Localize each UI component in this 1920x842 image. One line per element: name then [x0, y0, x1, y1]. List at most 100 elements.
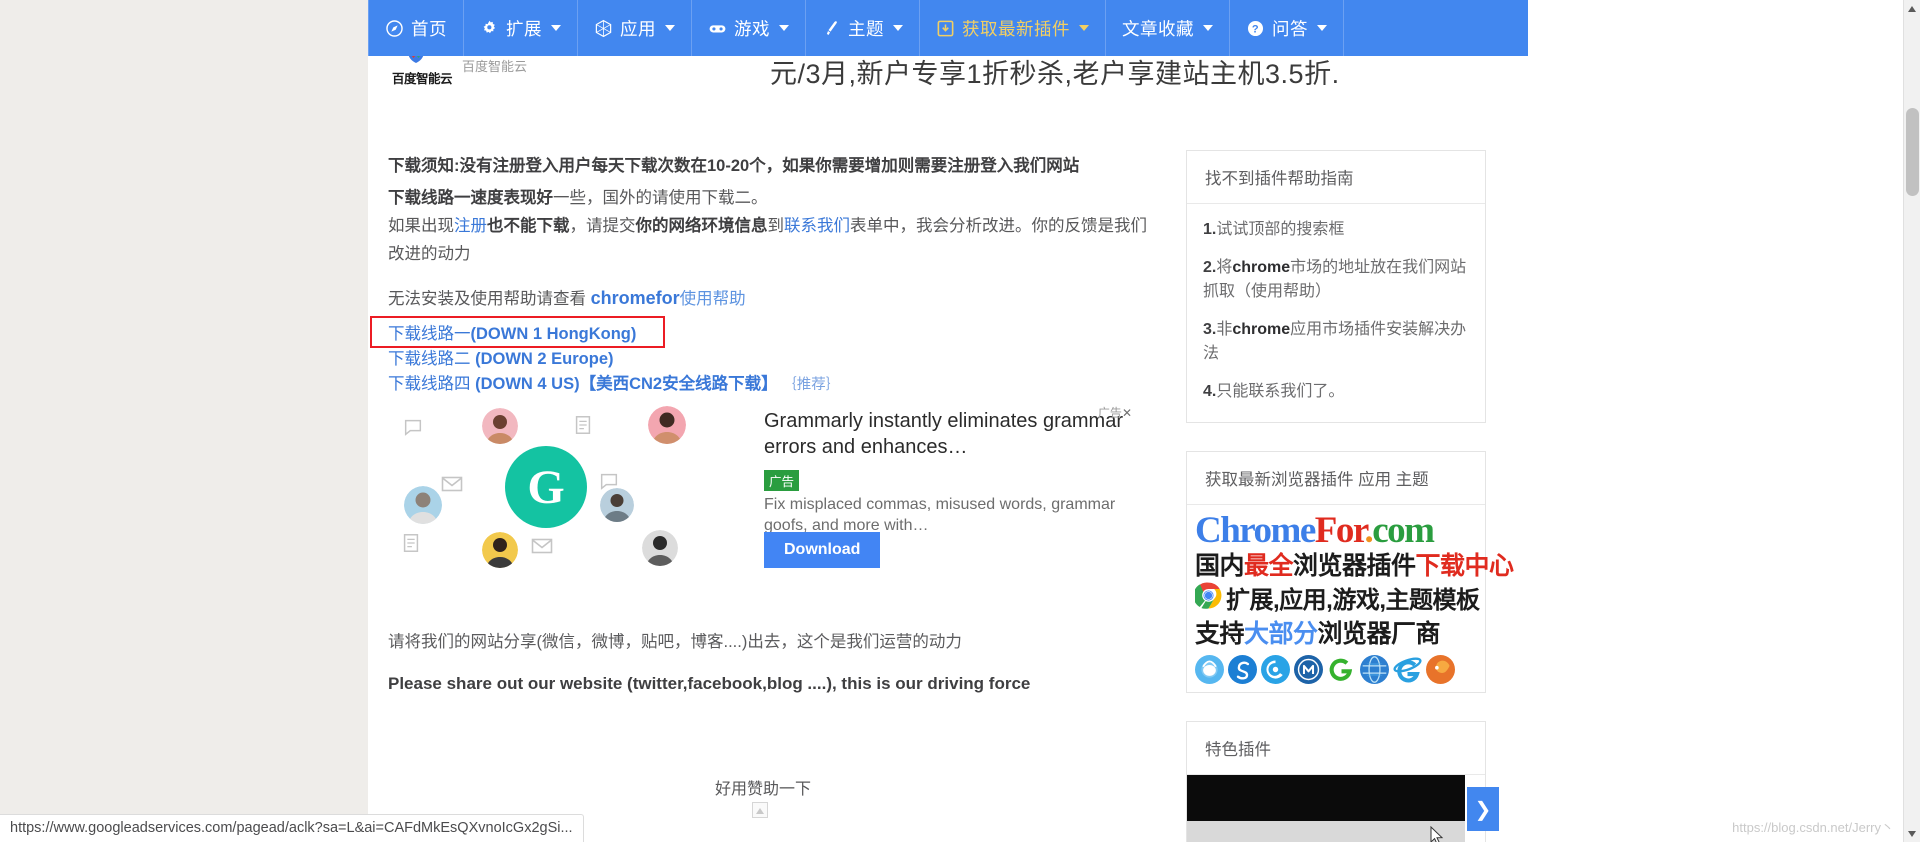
- chevron-down-icon: [1079, 25, 1089, 31]
- grammarly-description: Fix misplaced commas, misused words, gra…: [764, 494, 1132, 549]
- item-number: 1.: [1203, 221, 1217, 238]
- nav-item-home[interactable]: 首页: [368, 0, 464, 56]
- item-number: 2.: [1203, 259, 1217, 276]
- chromefor-help-link-rest[interactable]: 使用帮助: [680, 290, 746, 308]
- download-link-2[interactable]: 下载线路二 (DOWN 2 Europe): [388, 347, 840, 372]
- chromefor-banner[interactable]: ChromeFor.com 国内最全浏览器插件下载中心 扩展,应用,游戏,主题模…: [1187, 505, 1514, 692]
- notice-line-3: 如果出现注册也不能下载，请提交你的网络环境信息到联系我们表单中，我会分析改进。你…: [388, 212, 1148, 241]
- nav-label: 游戏: [734, 18, 770, 39]
- ad-label: 广告: [1097, 406, 1122, 420]
- help-guide-item: 2.将chrome市场的地址放在我们网站抓取（使用帮助）: [1203, 256, 1469, 304]
- grammarly-logo-letter: G: [527, 460, 565, 514]
- download-button[interactable]: Download: [764, 532, 881, 568]
- carousel-next-button[interactable]: ❯: [1467, 787, 1499, 831]
- baidu-subtitle-label: 百度智能云: [462, 59, 528, 74]
- avatar: [482, 408, 518, 444]
- install-help-line: 无法安装及使用帮助请查看 chromefor使用帮助: [388, 285, 746, 309]
- chat-bubble-icon: [402, 416, 424, 438]
- nav-label: 文章收藏: [1122, 18, 1194, 39]
- document-icon: [572, 414, 594, 436]
- scrollbar-thumb[interactable]: [1906, 108, 1919, 196]
- register-link[interactable]: 注册: [454, 217, 487, 235]
- ad-choices-close[interactable]: 广告✕: [1098, 404, 1132, 421]
- ad-badge: 广告: [764, 470, 800, 491]
- avatar: [482, 532, 518, 568]
- banner-l3-text: 扩展,应用,游戏,主题模板: [1226, 586, 1480, 614]
- chevron-down-icon: [551, 25, 561, 31]
- highlight-annotation-box: [370, 316, 665, 348]
- notice-line-2: 下载线路一速度表现好一些，国外的请使用下载二。: [388, 184, 1148, 213]
- banner-line-3: 扩展,应用,游戏,主题模板: [1193, 582, 1480, 618]
- notice-count: 10-20: [707, 157, 750, 175]
- puzzle-gear-icon: [480, 19, 499, 38]
- promo-headline: 元/3月,新户专享1折秒杀,老户享建站主机3.5折.: [770, 59, 1340, 89]
- item-number: 3.: [1203, 321, 1217, 338]
- notice-line3-b: 也不能下载: [487, 217, 570, 235]
- download-cn-label: 下载线路二: [388, 350, 476, 368]
- item-number: 4.: [1203, 383, 1217, 400]
- featured-plugin-image-lower[interactable]: [1187, 821, 1465, 842]
- sogou-browser-icon: [1228, 655, 1257, 684]
- chevron-right-icon: ❯: [1474, 798, 1492, 821]
- banner-l4-b: 浏览器厂商: [1317, 620, 1441, 648]
- banner-l2-b: 浏览器插件: [1293, 552, 1416, 580]
- nav-item-articles[interactable]: 文章收藏: [1106, 0, 1230, 56]
- browser-viewport: 首页 扩展 应用 游戏 主题 获取最新插件 文章收藏 ? 问答 百度智能云 百度…: [0, 0, 1920, 842]
- help-prefix: 无法安装及使用帮助请查看: [388, 290, 591, 308]
- chromefor-help-link[interactable]: chromefor: [591, 288, 680, 308]
- question-circle-icon: ?: [1246, 19, 1265, 38]
- nav-item-apps[interactable]: 应用: [578, 0, 692, 56]
- notice-line2-bold: 下载线路一速度表现好: [388, 189, 553, 207]
- right-gutter: [1520, 0, 1920, 842]
- browser-icons-row: [1195, 655, 1477, 684]
- nav-item-qa[interactable]: ? 问答: [1230, 0, 1344, 56]
- download-extra-label: 【美西CN2安全线路下载】: [579, 375, 778, 393]
- chevron-down-icon: [1203, 25, 1213, 31]
- download-link-4[interactable]: 下载线路四 (DOWN 4 US)【美西CN2安全线路下载】 ｛推荐｝: [388, 372, 840, 398]
- download-recommend-label: ｛推荐｝: [782, 377, 841, 393]
- download-box-icon: [936, 19, 955, 38]
- download-en-label: (DOWN 2 Europe): [475, 350, 614, 368]
- 360-browser-icon: [1261, 655, 1290, 684]
- ie-green-icon: [1327, 655, 1356, 684]
- avatar: [600, 488, 634, 522]
- nav-item-themes[interactable]: 主题: [806, 0, 920, 56]
- nav-item-extensions[interactable]: 扩展: [464, 0, 578, 56]
- grammarly-description-text: Fix misplaced commas, misused words, gra…: [764, 496, 1116, 534]
- baidu-brand-label: 百度智能云: [392, 72, 453, 86]
- grammarly-ad-text: 广告✕ Grammarly instantly eliminates gramm…: [764, 404, 1132, 574]
- grammarly-ad[interactable]: G 广告✕ Grammarly instantly eliminates gra…: [380, 404, 1132, 574]
- contact-us-link[interactable]: 联系我们: [784, 217, 850, 235]
- logo-part-for: For: [1314, 510, 1366, 551]
- gamepad-icon: [708, 19, 727, 38]
- chromefor-logo-text: ChromeFor.com: [1195, 511, 1477, 551]
- right-sidebar: 找不到插件帮助指南 1.试试顶部的搜索框 2.将chrome市场的地址放在我们网…: [1186, 150, 1514, 842]
- nav-label: 扩展: [506, 18, 542, 39]
- item-text: 非: [1216, 321, 1233, 338]
- chromefor-banner-card: 获取最新浏览器插件 应用 主题 ChromeFor.com 国内最全浏览器插件下…: [1186, 451, 1514, 693]
- csdn-watermark: https://blog.csdn.net/Jerry丶: [1732, 820, 1894, 835]
- nav-label: 问答: [1272, 18, 1308, 39]
- scroll-up-button[interactable]: [1904, 0, 1920, 17]
- item-keyword: chrome: [1232, 321, 1291, 338]
- nav-label: 首页: [411, 18, 447, 39]
- help-guide-body: 1.试试顶部的搜索框 2.将chrome市场的地址放在我们网站抓取（使用帮助） …: [1187, 204, 1485, 422]
- chevron-down-icon: [665, 25, 675, 31]
- nav-item-games[interactable]: 游戏: [692, 0, 806, 56]
- mouse-cursor: [1430, 825, 1444, 842]
- page-scrollbar[interactable]: [1903, 0, 1920, 842]
- download-en-label: (DOWN 4 US): [475, 375, 580, 393]
- close-icon: ✕: [1121, 406, 1132, 420]
- broken-image-placeholder: [752, 802, 768, 818]
- scroll-down-button[interactable]: [1904, 825, 1920, 842]
- banner-card-title: 获取最新浏览器插件 应用 主题: [1187, 452, 1485, 505]
- download-cn-label: 下载线路四: [388, 375, 476, 393]
- ie-icon: [1393, 655, 1422, 684]
- item-text: 将: [1216, 259, 1233, 276]
- nav-item-latest-plugins[interactable]: 获取最新插件: [920, 0, 1106, 56]
- avatar: [648, 406, 686, 444]
- notice-line3-a: 如果出现: [388, 217, 454, 235]
- avatar: [404, 486, 442, 524]
- help-guide-item: 4.只能联系我们了。: [1203, 380, 1469, 404]
- featured-plugin-image[interactable]: [1187, 775, 1465, 821]
